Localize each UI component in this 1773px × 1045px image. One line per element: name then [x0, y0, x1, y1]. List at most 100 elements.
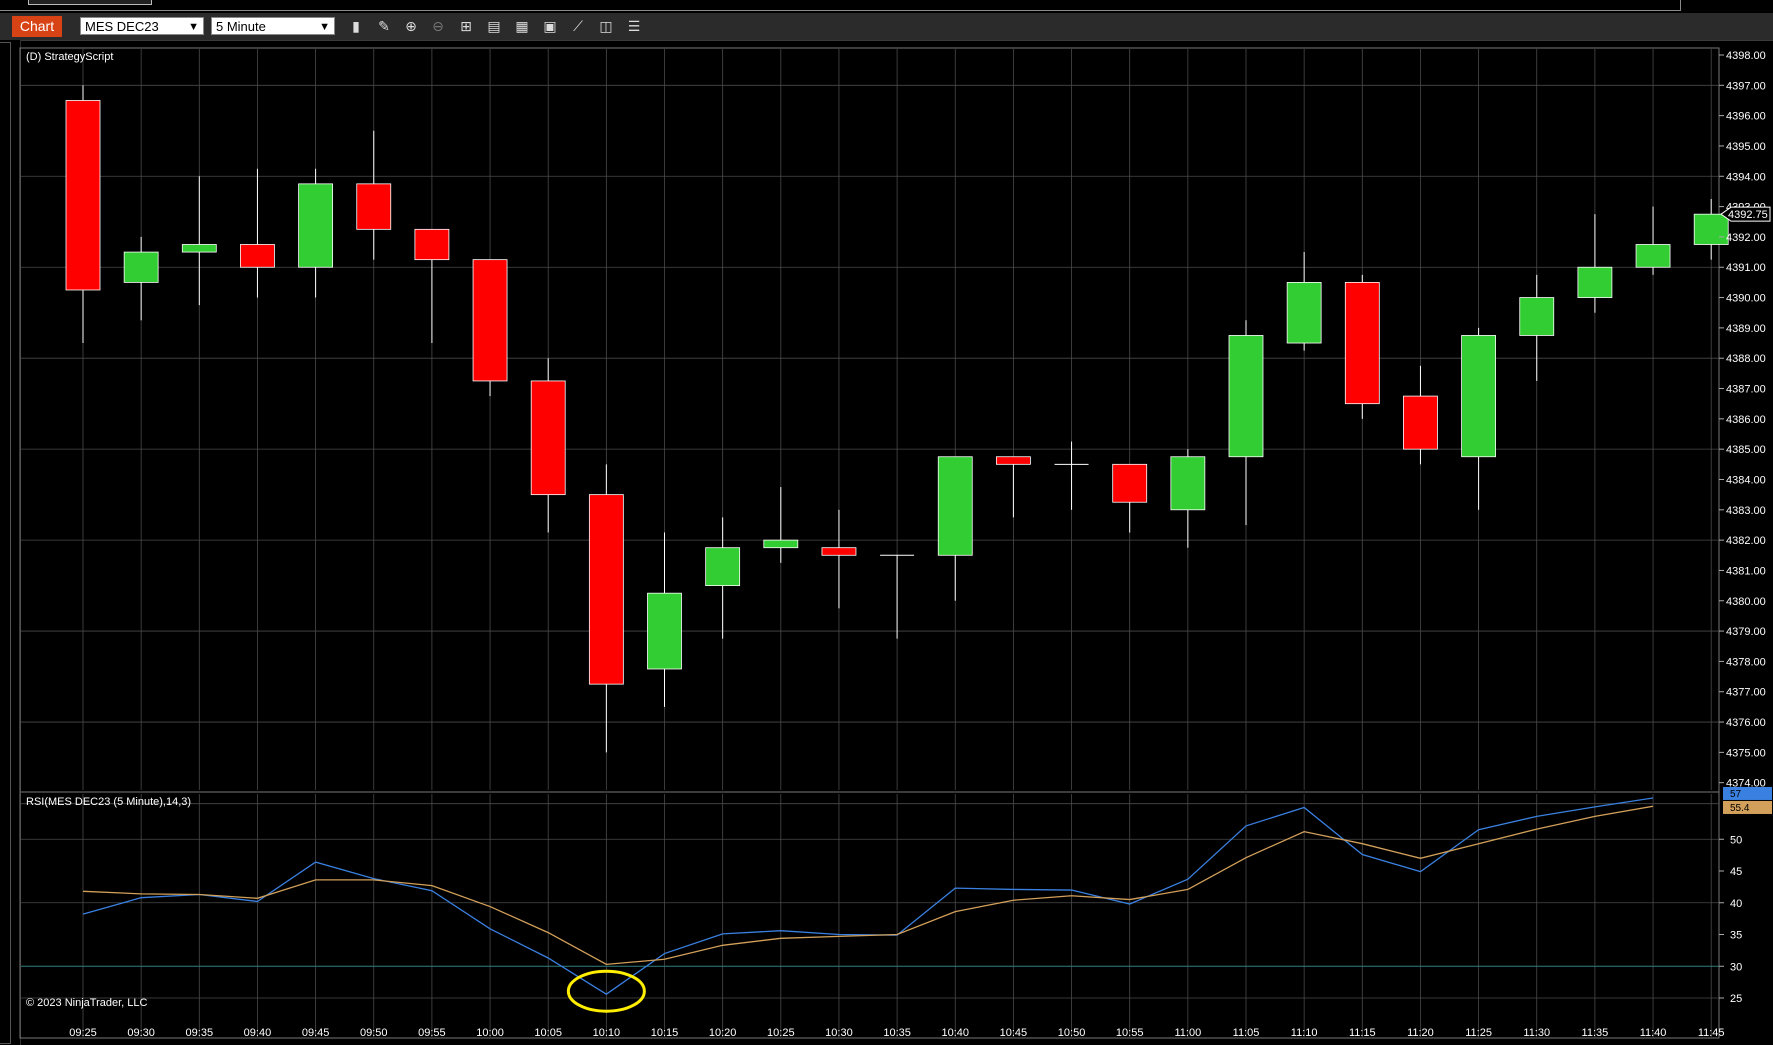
time-axis-label: 10:10 [593, 1027, 621, 1039]
candle-down[interactable] [1112, 463, 1148, 503]
rsi-tick-label: 45 [1730, 866, 1742, 878]
price-tick-label: 4386.00 [1726, 414, 1766, 426]
rsi-tick-label: 30 [1730, 961, 1742, 973]
price-tick-label: 4383.00 [1726, 505, 1766, 517]
time-axis-label: 09:25 [69, 1027, 97, 1039]
time-axis-label: 11:45 [1698, 1027, 1725, 1039]
crosshair-icon[interactable]: ⊞ [456, 17, 476, 37]
price-tick-label: 4394.00 [1726, 171, 1766, 183]
rsi-panel-title: RSI(MES DEC23 (5 Minute),14,3) [26, 796, 191, 808]
candle-down[interactable] [356, 183, 392, 230]
candle-down[interactable] [996, 456, 1031, 465]
time-axis-label: 11:05 [1233, 1027, 1260, 1039]
rsi-tick-label: 50 [1730, 834, 1742, 846]
instrument-value: MES DEC23 [85, 19, 159, 34]
indicators-icon[interactable]: ◫ [596, 17, 616, 37]
time-axis-label: 10:35 [883, 1027, 911, 1039]
price-tick-label: 4375.00 [1726, 747, 1766, 759]
time-axis-label: 09:40 [244, 1027, 272, 1039]
candle-up[interactable] [181, 244, 217, 253]
candle-down[interactable] [472, 259, 508, 382]
price-tick-label: 4384.00 [1726, 474, 1766, 486]
candle-up[interactable] [647, 592, 682, 670]
candle-up[interactable] [705, 547, 741, 587]
time-axis-label: 09:50 [360, 1027, 388, 1039]
interval-select[interactable]: 5 Minute ▼ [211, 17, 335, 35]
rsi-tick-label: 25 [1730, 993, 1742, 1005]
candle-up[interactable] [1286, 281, 1322, 344]
time-axis-label: 09:30 [127, 1027, 155, 1039]
time-axis-label: 10:25 [767, 1027, 795, 1039]
candle-down[interactable] [530, 380, 566, 496]
price-tick-label: 4397.00 [1726, 80, 1766, 92]
candle-up[interactable] [1228, 335, 1264, 458]
rsi-panel[interactable] [82, 797, 1654, 1013]
time-axis-label: 10:40 [941, 1027, 969, 1039]
candle-up[interactable] [123, 251, 159, 283]
price-tick-label: 4382.00 [1726, 535, 1766, 547]
candle-up[interactable] [298, 183, 334, 268]
chart-area[interactable]: 4374.004375.004376.004377.004378.004379.… [0, 40, 1773, 1045]
chart-tab[interactable]: Chart [12, 16, 62, 37]
candle-down[interactable] [1344, 281, 1380, 405]
candle-down[interactable] [588, 494, 624, 685]
time-axis-label: 11:25 [1465, 1027, 1492, 1039]
candle-up[interactable] [763, 539, 799, 549]
time-axis-label: 09:55 [418, 1027, 446, 1039]
data-box-icon[interactable]: ▤ [484, 17, 504, 37]
time-axis-label: 10:50 [1058, 1027, 1086, 1039]
chevron-down-icon: ▼ [188, 21, 199, 33]
draw-pencil-icon[interactable]: ✎ [374, 17, 394, 37]
rsi-line [82, 797, 1654, 995]
candle-up[interactable] [1635, 244, 1671, 268]
zoom-out-icon[interactable]: ⊖ [428, 17, 448, 37]
copyright-text: © 2023 NinjaTrader, LLC [26, 997, 147, 1009]
top-window-strip [0, 0, 1773, 13]
candle-up[interactable] [1577, 266, 1613, 298]
background-window-frame [0, 0, 1681, 11]
zoom-in-icon[interactable]: ⊕ [401, 17, 421, 37]
last-price-label: 4392.75 [1728, 209, 1768, 221]
rsi-value-label: 57 [1730, 789, 1742, 800]
price-tick-label: 4378.00 [1726, 656, 1766, 668]
candle-down[interactable] [414, 228, 450, 261]
time-axis-label: 09:45 [302, 1027, 330, 1039]
time-axis-label: 09:35 [186, 1027, 214, 1039]
rsi-tick-label: 40 [1730, 898, 1742, 910]
candle-up[interactable] [1170, 456, 1206, 511]
time-axis-label: 11:40 [1640, 1027, 1667, 1039]
price-tick-label: 4395.00 [1726, 141, 1766, 153]
time-axis-label: 10:20 [709, 1027, 737, 1039]
price-tick-label: 4389.00 [1726, 323, 1766, 335]
candle-up[interactable] [937, 456, 973, 556]
instrument-select[interactable]: MES DEC23 ▼ [80, 17, 204, 35]
time-axis-label: 10:05 [534, 1027, 562, 1039]
price-tick-label: 4391.00 [1726, 262, 1766, 274]
time-axis-label: 10:15 [651, 1027, 679, 1039]
rsi-average-line [82, 805, 1654, 966]
candle-up[interactable] [1693, 213, 1729, 245]
time-axis-label: 11:15 [1349, 1027, 1376, 1039]
price-tick-label: 4390.00 [1726, 293, 1766, 305]
candle-down[interactable] [1403, 395, 1438, 450]
background-window-tab [28, 0, 152, 5]
time-axis-label: 10:45 [1000, 1027, 1028, 1039]
bar-type-icon[interactable]: ▮ [346, 17, 366, 37]
price-tick-label: 4398.00 [1726, 50, 1766, 62]
templates-icon[interactable]: ▣ [540, 17, 560, 37]
candle-down[interactable] [240, 244, 275, 268]
time-axis-label: 11:10 [1291, 1027, 1318, 1039]
candle-up[interactable] [1519, 297, 1555, 336]
price-tick-label: 4388.00 [1726, 353, 1766, 365]
candle-up[interactable] [1461, 335, 1496, 458]
time-axis-label: 11:35 [1582, 1027, 1609, 1039]
price-tick-label: 4392.00 [1726, 232, 1766, 244]
avg-value-label: 55.4 [1730, 803, 1750, 814]
strategies-icon[interactable]: ⟋ [568, 17, 588, 37]
time-axis-label: 11:20 [1407, 1027, 1434, 1039]
properties-icon[interactable]: ▦ [512, 17, 532, 37]
grid-toggle-icon[interactable]: ☰ [624, 17, 644, 37]
candle-down[interactable] [65, 100, 101, 291]
price-tick-label: 4396.00 [1726, 111, 1766, 123]
candle-down[interactable] [821, 547, 857, 556]
